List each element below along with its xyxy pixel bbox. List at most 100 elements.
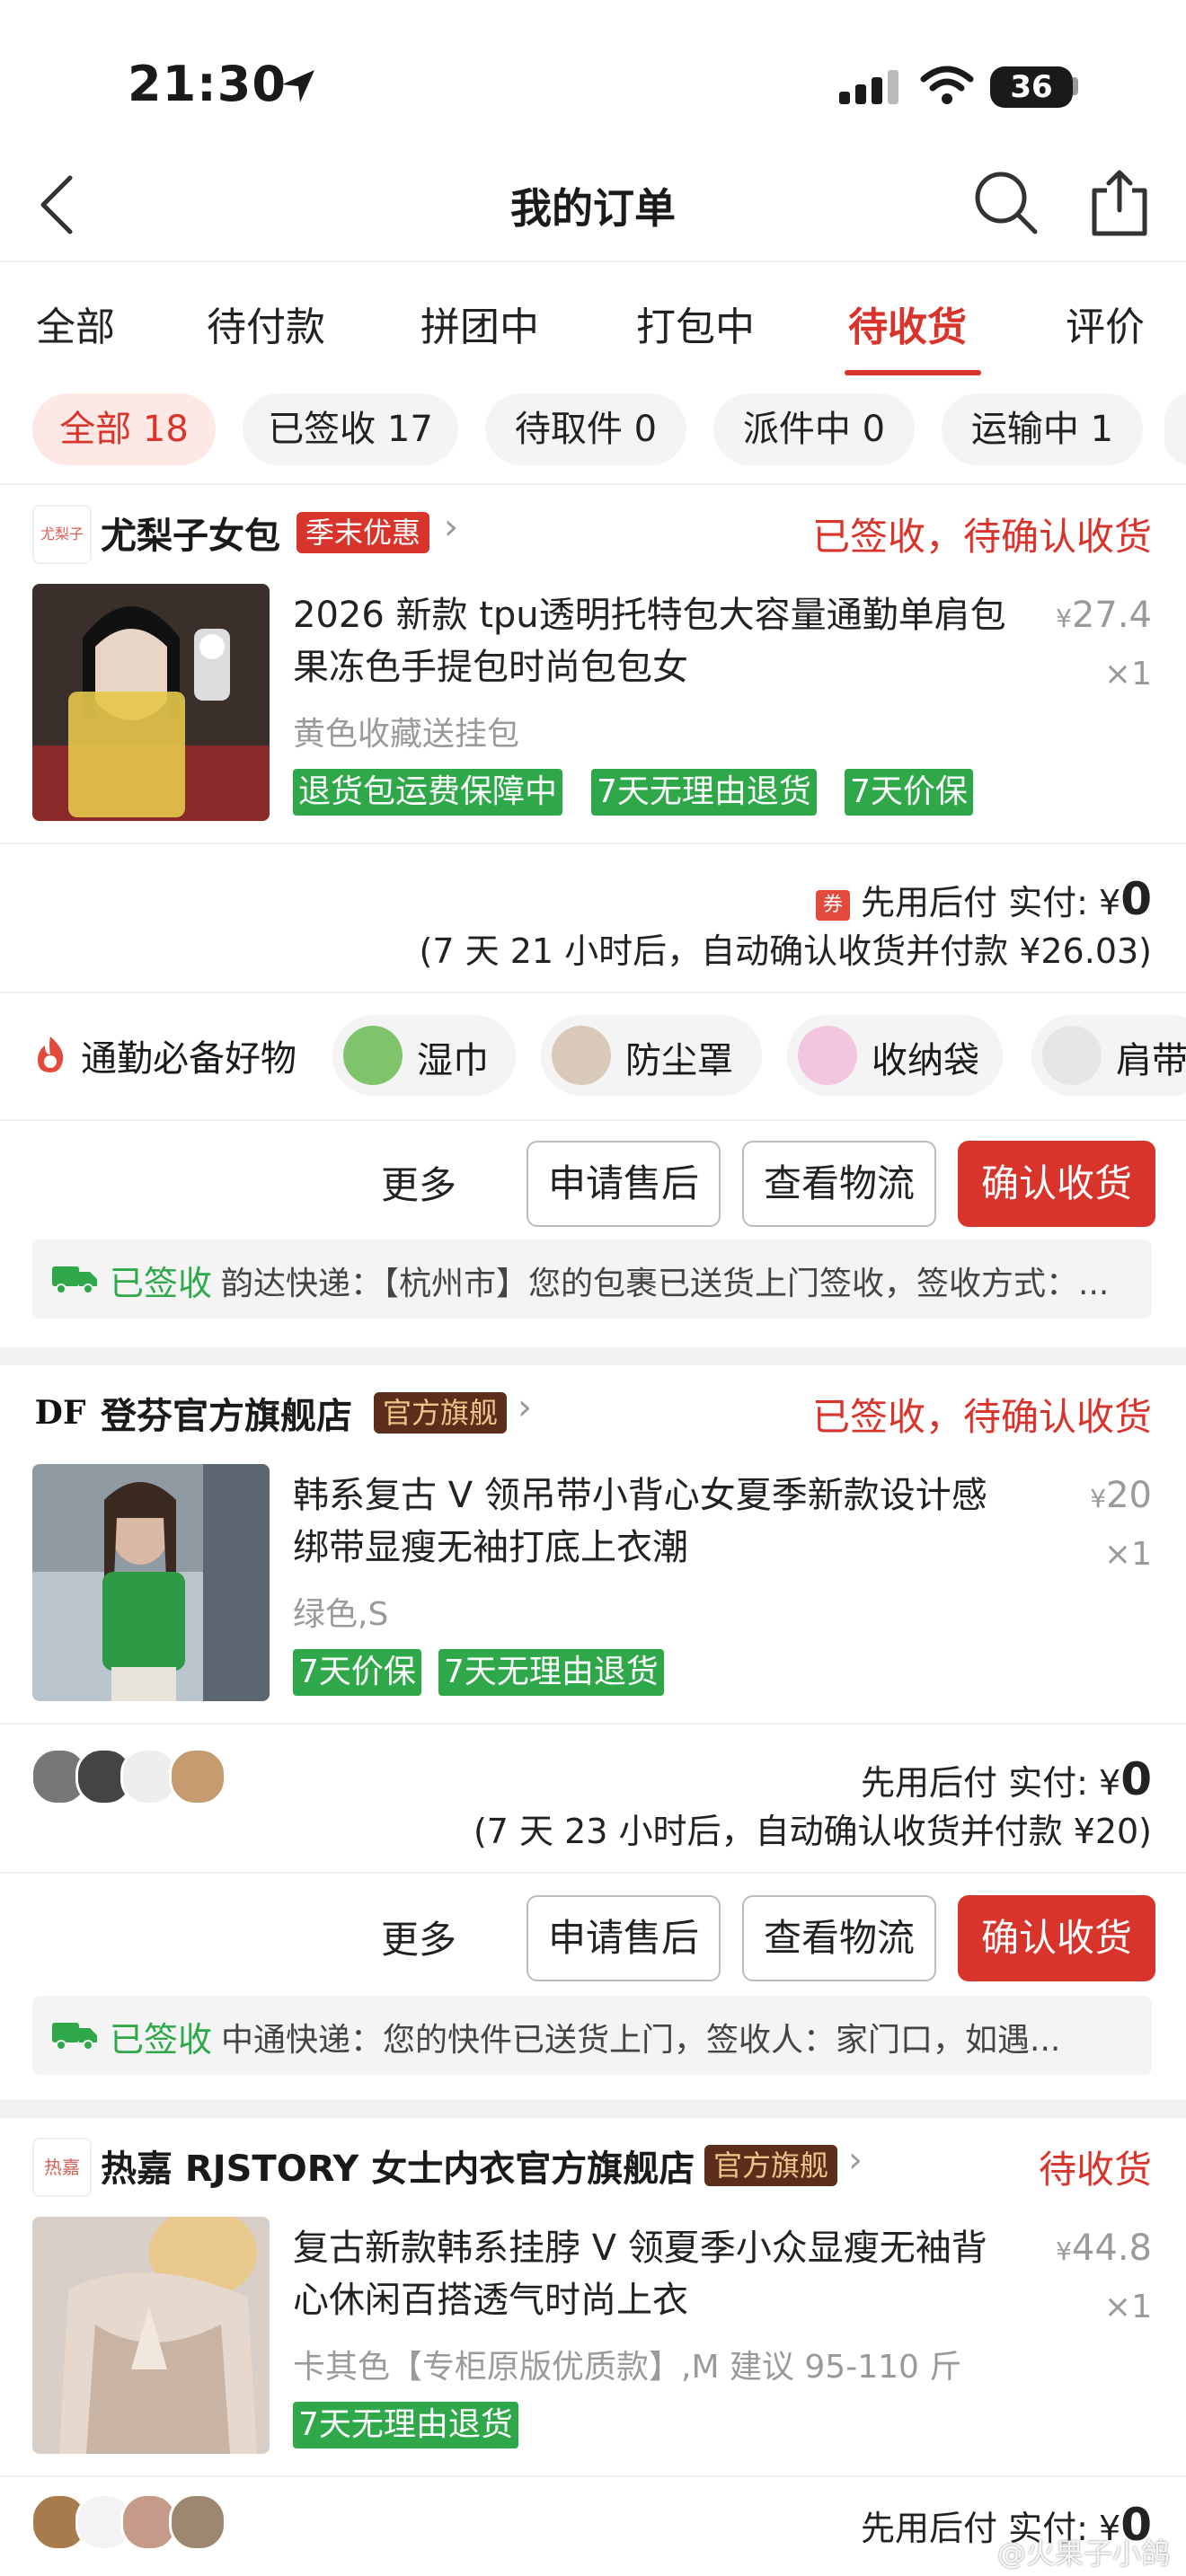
battery-tip — [1073, 77, 1078, 95]
order-status: 待收货 — [1038, 2148, 1152, 2192]
product-title[interactable]: 2026 新款 tpu透明托特包大容量通勤单肩包果冻色手提包时尚包包女 — [293, 589, 1012, 693]
recommend-image — [552, 1026, 611, 1085]
divider — [0, 2475, 1186, 2477]
recommend-title: 通勤必备好物 — [81, 1038, 296, 1080]
product-image[interactable] — [32, 584, 270, 821]
product-price: ¥20 — [1090, 1475, 1152, 1516]
truck-icon — [52, 1266, 97, 1293]
tab-review[interactable]: 评价 — [1066, 295, 1145, 352]
order-status: 已签收，待确认收货 — [811, 515, 1152, 559]
shop-official-badge: 官方旗舰 — [374, 1392, 508, 1434]
tracking-bar[interactable]: 已签收 中通快递：您的快件已送货上门，签收人：家门口，如遇... — [32, 1996, 1152, 2075]
wifi-icon — [920, 66, 974, 104]
service-tag: 7天无理由退货 — [591, 769, 817, 816]
tab-to-receive[interactable]: 待收货 — [848, 295, 967, 352]
product-variant: 绿色,S — [293, 1596, 389, 1633]
product-title[interactable]: 复古新款韩系挂脖 V 领夏季小众显瘦无袖背心休闲百搭透气时尚上衣 — [293, 2222, 1012, 2326]
more-button[interactable]: 更多 — [381, 1155, 456, 1210]
service-tag: 7天无理由退货 — [438, 1649, 664, 1696]
recommend-label: 肩带 — [1116, 1040, 1186, 1081]
shop-name[interactable]: 登芬官方旗舰店 — [101, 1387, 352, 1439]
recommend-image — [798, 1026, 857, 1085]
recommend-label: 防尘罩 — [625, 1040, 733, 1081]
service-tag: 7天价保 — [845, 769, 973, 816]
chevron-right-icon[interactable]: › — [444, 507, 458, 548]
tab-packing[interactable]: 打包中 — [636, 295, 755, 352]
order-card: DF 登芬官方旗舰店 官方旗舰 › 已签收，待确认收货 韩系复古 V 领吊带小背… — [0, 1365, 1186, 2100]
shop-name[interactable]: 尤梨子女包 — [101, 507, 280, 559]
filter-chip-signed[interactable]: 已签收 17 — [243, 393, 458, 465]
recommend-label: 湿巾 — [417, 1040, 489, 1081]
recommend-item[interactable]: 湿巾 — [332, 1015, 516, 1096]
shop-logo[interactable]: 热嘉 — [32, 2138, 92, 2197]
tracking-info: 韵达快递：【杭州市】您的包裹已送货上门签收，签收方式：... — [221, 1266, 1110, 1302]
truck-icon — [52, 2023, 97, 2050]
product-quantity: ×1 — [1103, 1536, 1152, 1573]
battery-icon: 36 — [990, 66, 1073, 108]
share-icon[interactable] — [1089, 167, 1150, 239]
recommend-item[interactable]: 收纳袋 — [787, 1015, 1003, 1096]
product-price: ¥27.4 — [1056, 595, 1152, 636]
product-variant: 黄色收藏送挂包 — [293, 716, 520, 753]
payment-summary: 先用后付 实付: ¥0 — [861, 1753, 1152, 1805]
watermark: @火果子小鸽 — [996, 2536, 1170, 2571]
shop-logo[interactable]: DF — [32, 1385, 88, 1441]
product-title[interactable]: 韩系复古 V 领吊带小背心女夏季新款设计感绑带显瘦无袖打底上衣潮 — [293, 1469, 1012, 1574]
service-tag: 7天价保 — [293, 1649, 421, 1696]
chevron-right-icon[interactable]: › — [518, 1387, 532, 1428]
auto-confirm-note: (7 天 21 小时后，自动确认收货并付款 ¥26.03) — [419, 931, 1152, 971]
filter-chip-in-transit[interactable]: 运输中 1 — [942, 393, 1143, 465]
tab-group-buy[interactable]: 拼团中 — [420, 295, 539, 352]
tab-pending-payment[interactable]: 待付款 — [207, 295, 325, 352]
logistics-button[interactable]: 查看物流 — [742, 1895, 936, 1981]
divider — [0, 1872, 1186, 1874]
shop-name[interactable]: 热嘉 RJSTORY 女士内衣官方旗舰店 — [101, 2139, 695, 2192]
tracking-bar[interactable]: 已签收 韵达快递：【杭州市】您的包裹已送货上门签收，签收方式：... — [32, 1239, 1152, 1319]
status-time: 21:30 — [128, 56, 287, 112]
product-image[interactable] — [32, 2217, 270, 2454]
confirm-receipt-button[interactable]: 确认收货 — [958, 1895, 1155, 1981]
filter-chip-pickup[interactable]: 待取件 0 — [485, 393, 686, 465]
order-card: 热嘉 热嘉 RJSTORY 女士内衣官方旗舰店 官方旗舰 › 待收货 复古新款韩… — [0, 2118, 1186, 2576]
recommend-image — [1042, 1026, 1102, 1085]
filter-chip-delivering[interactable]: 派件中 0 — [713, 393, 915, 465]
after-sale-button[interactable]: 申请售后 — [527, 1895, 721, 1981]
location-arrow-icon — [282, 70, 314, 102]
confirm-receipt-button[interactable]: 确认收货 — [958, 1141, 1155, 1227]
divider — [0, 260, 1186, 262]
more-button[interactable]: 更多 — [381, 1910, 456, 1964]
flame-icon — [38, 1037, 64, 1072]
tab-all[interactable]: 全部 — [36, 295, 115, 352]
recommend-image — [343, 1026, 403, 1085]
order-status: 已签收，待确认收货 — [811, 1395, 1152, 1439]
auto-confirm-note: (7 天 23 小时后，自动确认收货并付款 ¥20) — [473, 1812, 1152, 1851]
buyer-avatar — [169, 1748, 226, 1805]
divider — [0, 992, 1186, 993]
service-tag: 7天无理由退货 — [293, 2402, 518, 2448]
chevron-right-icon[interactable]: › — [848, 2139, 863, 2181]
search-icon[interactable] — [972, 169, 1040, 237]
filter-chip-all[interactable]: 全部 18 — [32, 393, 216, 465]
buyer-avatar — [169, 2493, 226, 2551]
product-price: ¥44.8 — [1056, 2228, 1152, 2269]
logistics-button[interactable]: 查看物流 — [742, 1141, 936, 1227]
shop-promo-badge: 季末优惠 — [296, 512, 430, 553]
payment-summary: 券先用后付 实付: ¥0 — [816, 873, 1152, 925]
divider — [0, 842, 1186, 844]
recommend-item[interactable]: 肩带 — [1031, 1015, 1186, 1096]
tab-active-indicator — [845, 370, 981, 375]
product-quantity: ×1 — [1103, 656, 1152, 693]
shop-logo[interactable]: 尤梨子 — [32, 505, 92, 564]
recommend-item[interactable]: 防尘罩 — [541, 1015, 762, 1096]
tracking-status: 已签收 — [110, 1264, 213, 1303]
recommend-label: 收纳袋 — [872, 1040, 979, 1081]
service-tag: 退货包运费保障中 — [293, 769, 563, 816]
coupon-icon: 券 — [816, 889, 851, 921]
product-image[interactable] — [32, 1464, 270, 1701]
divider — [0, 1119, 1186, 1121]
divider — [0, 1723, 1186, 1725]
after-sale-button[interactable]: 申请售后 — [527, 1141, 721, 1227]
shop-official-badge: 官方旗舰 — [704, 2145, 838, 2186]
tracking-info: 中通快递：您的快件已送货上门，签收人：家门口，如遇... — [221, 2022, 1061, 2059]
signal-icon — [839, 70, 898, 104]
